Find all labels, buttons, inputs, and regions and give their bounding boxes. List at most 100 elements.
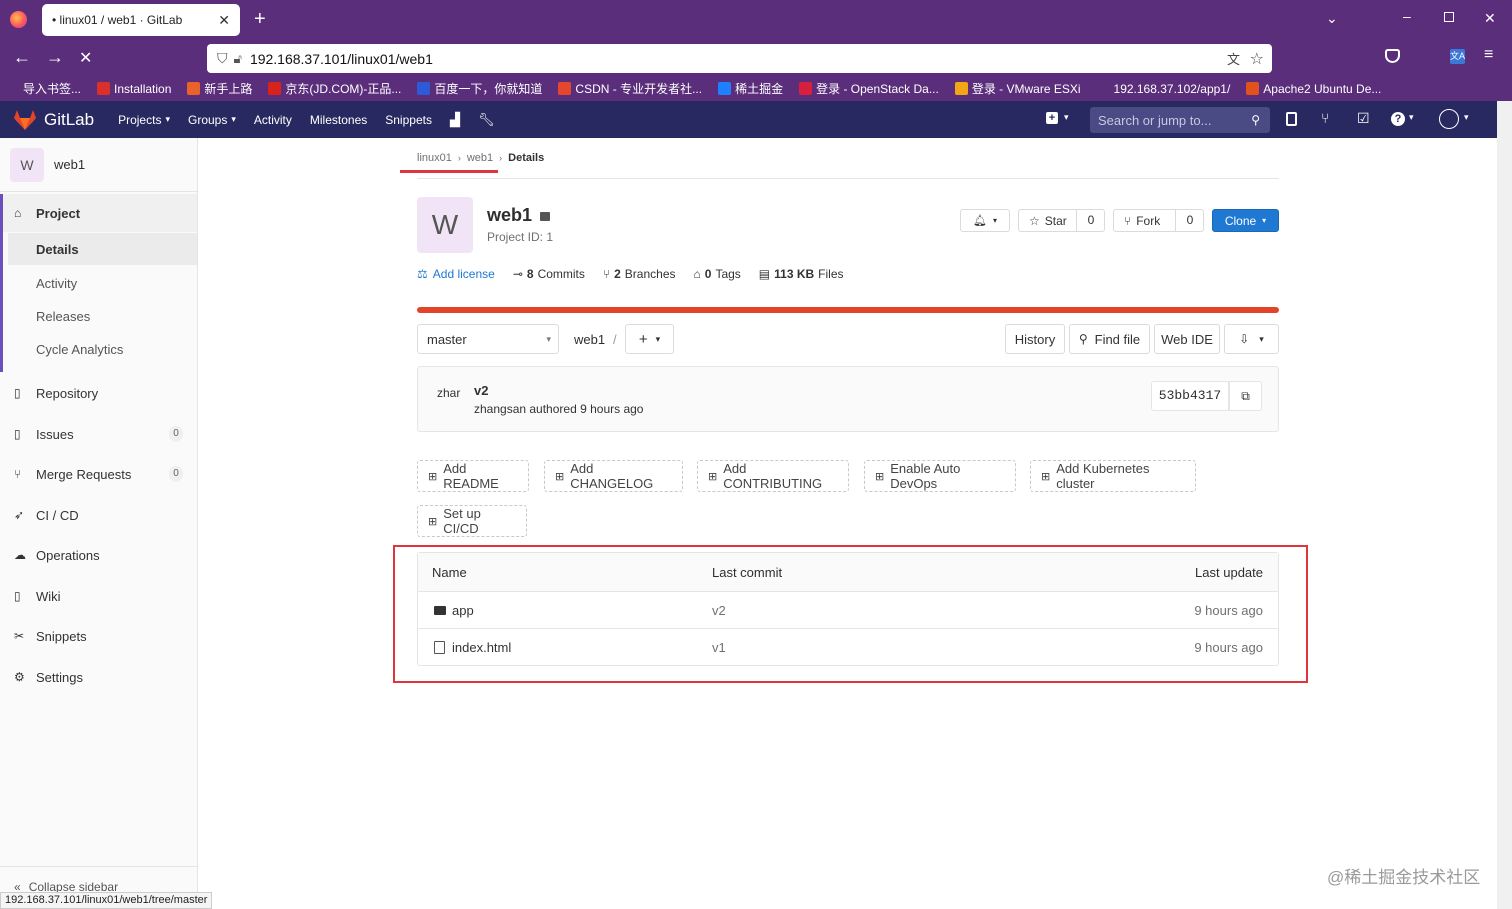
files-link[interactable]: ▤ 113 KB Files xyxy=(759,267,844,281)
fork-button[interactable]: ⑂ Fork 0 xyxy=(1113,209,1204,232)
close-icon[interactable]: ✕ xyxy=(218,12,230,29)
chevron-down-icon[interactable]: ▾ xyxy=(1464,112,1469,123)
sidebar-item-issues[interactable]: ▯ Issues 0 xyxy=(0,421,197,447)
nav-activity[interactable]: Activity xyxy=(254,113,292,127)
add-contributing-button[interactable]: ⊞ Add CONTRIBUTING xyxy=(697,460,849,492)
pocket-icon[interactable] xyxy=(1385,49,1400,63)
file-commit-app[interactable]: v2 xyxy=(712,603,726,618)
add-readme-button[interactable]: ⊞ Add README xyxy=(417,460,529,492)
gitlab-brand[interactable]: GitLab xyxy=(44,110,94,130)
url-text[interactable]: 192.168.37.101/linux01/web1 xyxy=(250,51,433,67)
bookmark-item[interactable]: 京东(JD.COM)-正品... xyxy=(262,80,401,97)
table-row[interactable]: app v2 9 hours ago xyxy=(418,591,1278,628)
add-to-tree-button[interactable]: + ▾ xyxy=(625,324,674,354)
menu-icon[interactable]: ≡ xyxy=(1484,46,1493,64)
sidebar-subitem-activity[interactable]: Activity xyxy=(8,267,197,299)
file-commit-index-html[interactable]: v1 xyxy=(712,640,726,655)
sidebar-item-merge-requests[interactable]: ⑂ Merge Requests 0 xyxy=(0,461,197,487)
user-avatar[interactable] xyxy=(1439,109,1459,129)
translate-extension-icon[interactable]: 文A xyxy=(1450,49,1465,64)
translate-icon[interactable]: 文 xyxy=(1227,49,1240,68)
stop-loading-icon[interactable]: ✕ xyxy=(79,48,92,68)
wrench-icon[interactable]: 🔧︎ xyxy=(478,112,495,128)
insecure-lock-icon: 🔓︎ xyxy=(233,50,242,66)
find-file-button[interactable]: ⚲ Find file xyxy=(1069,324,1150,354)
branch-selector[interactable]: master ▾ xyxy=(417,324,559,354)
bookmark-item[interactable]: 导入书签... xyxy=(0,80,81,97)
close-window-icon[interactable]: ✕ xyxy=(1484,10,1496,27)
sidebar-subitem-details[interactable]: Details xyxy=(8,233,197,265)
commits-link[interactable]: ⊸ 8 Commits xyxy=(513,267,585,281)
branches-link[interactable]: ⑂ 2 Branches xyxy=(603,267,676,281)
add-license-link[interactable]: ⚖ Add license xyxy=(417,267,495,281)
sidebar-item-operations[interactable]: ☁ Operations xyxy=(0,542,197,568)
enable-auto-devops-button[interactable]: ⊞ Enable Auto DevOps xyxy=(864,460,1016,492)
sidebar-project-header[interactable]: W web1 xyxy=(0,138,197,192)
merge-request-icon[interactable]: ⑂ xyxy=(1321,110,1329,126)
commit-title[interactable]: v2 xyxy=(474,383,488,398)
bookmark-star-icon[interactable]: ☆ xyxy=(1250,49,1264,69)
bookmark-item[interactable]: 192.168.37.102/app1/ xyxy=(1091,82,1230,96)
gitlab-logo-icon[interactable] xyxy=(14,109,36,130)
browser-tab-active[interactable]: • linux01 / web1 · GitLab ✕ xyxy=(42,4,240,36)
bookmark-item[interactable]: Apache2 Ubuntu De... xyxy=(1240,82,1381,96)
table-row[interactable]: index.html v1 9 hours ago xyxy=(418,628,1278,666)
todo-icon[interactable]: ☑ xyxy=(1357,110,1370,127)
new-item-icon[interactable]: + xyxy=(1046,112,1058,124)
search-input[interactable]: Search or jump to... ⚲ xyxy=(1090,107,1270,133)
bookmark-item[interactable]: Installation xyxy=(91,82,171,96)
chevron-down-icon[interactable]: ▾ xyxy=(1409,112,1414,123)
commit-author-avatar[interactable]: zhar xyxy=(437,386,460,400)
web-ide-button[interactable]: Web IDE xyxy=(1154,324,1220,354)
bookmark-item[interactable]: 稀土掘金 xyxy=(712,80,783,97)
star-button[interactable]: ☆ Star 0 xyxy=(1018,209,1105,232)
page-scrollbar[interactable] xyxy=(1497,101,1512,909)
file-name-index-html[interactable]: index.html xyxy=(452,640,511,655)
help-icon[interactable]: ? xyxy=(1391,112,1405,126)
sidebar-item-ci-cd[interactable]: ➶ CI / CD xyxy=(0,502,197,528)
set-up-ci-cd-button[interactable]: ⊞ Set up CI/CD xyxy=(417,505,527,537)
bookmark-item[interactable]: 新手上路 xyxy=(181,80,252,97)
fork-count[interactable]: 0 xyxy=(1175,210,1204,231)
back-icon[interactable]: ← xyxy=(13,47,31,68)
download-button[interactable]: ⇩ ▾ xyxy=(1224,324,1279,354)
forward-icon[interactable]: → xyxy=(46,47,64,68)
tags-link[interactable]: ⌂ 0 Tags xyxy=(694,267,741,281)
maximize-icon[interactable] xyxy=(1444,12,1454,22)
new-tab-icon[interactable]: + xyxy=(254,8,266,31)
nav-projects[interactable]: Projects ▾ xyxy=(118,113,170,127)
nav-milestones[interactable]: Milestones xyxy=(310,113,367,127)
issues-icon[interactable] xyxy=(1286,112,1297,126)
breadcrumb-item-linux01[interactable]: linux01 xyxy=(417,152,452,164)
chart-icon[interactable]: ▟ xyxy=(450,112,460,128)
sidebar-item-settings[interactable]: ⚙ Settings xyxy=(0,664,197,690)
bookmark-item[interactable]: 百度一下，你就知道 xyxy=(411,80,542,97)
notification-button[interactable]: 🔔︎ ▾ xyxy=(960,209,1010,232)
sidebar-item-wiki[interactable]: ▯ Wiki xyxy=(0,583,197,609)
add-kubernetes-cluster-button[interactable]: ⊞ Add Kubernetes cluster xyxy=(1030,460,1196,492)
history-button[interactable]: History xyxy=(1005,324,1065,354)
bookmark-item[interactable]: CSDN - 专业开发者社... xyxy=(552,80,702,97)
sidebar-subitem-cycle-analytics[interactable]: Cycle Analytics xyxy=(8,333,197,365)
nav-groups[interactable]: Groups ▾ xyxy=(188,113,236,127)
clone-button[interactable]: Clone ▾ xyxy=(1212,209,1279,232)
copy-sha-icon[interactable]: ⧉ xyxy=(1229,381,1262,411)
chevron-down-icon[interactable]: ⌄ xyxy=(1326,10,1338,27)
sidebar-item-repository[interactable]: ▯ Repository xyxy=(0,380,197,406)
repo-path[interactable]: web1 xyxy=(574,332,605,347)
file-name-app[interactable]: app xyxy=(452,603,474,618)
breadcrumb-item-details[interactable]: Details xyxy=(508,152,544,164)
breadcrumb-item-web1[interactable]: web1 xyxy=(467,152,493,164)
sidebar-subitem-releases[interactable]: Releases xyxy=(8,300,197,332)
bookmark-item[interactable]: 登录 - VMware ESXi xyxy=(949,80,1081,97)
bookmark-item[interactable]: 登录 - OpenStack Da... xyxy=(793,80,939,97)
add-changelog-button[interactable]: ⊞ Add CHANGELOG xyxy=(544,460,683,492)
minimize-icon[interactable]: – xyxy=(1403,8,1411,24)
sidebar-item-project[interactable]: ⌂ Project xyxy=(0,194,197,232)
commit-sha[interactable]: 53bb4317 xyxy=(1151,381,1229,411)
star-count[interactable]: 0 xyxy=(1076,210,1105,231)
sidebar-item-snippets[interactable]: ✂ Snippets xyxy=(0,623,197,649)
nav-snippets[interactable]: Snippets xyxy=(385,113,432,127)
url-bar[interactable]: ⛉ 🔓︎ 192.168.37.101/linux01/web1 文 ☆ xyxy=(207,44,1272,73)
chevron-down-icon[interactable]: ▾ xyxy=(1064,112,1069,123)
